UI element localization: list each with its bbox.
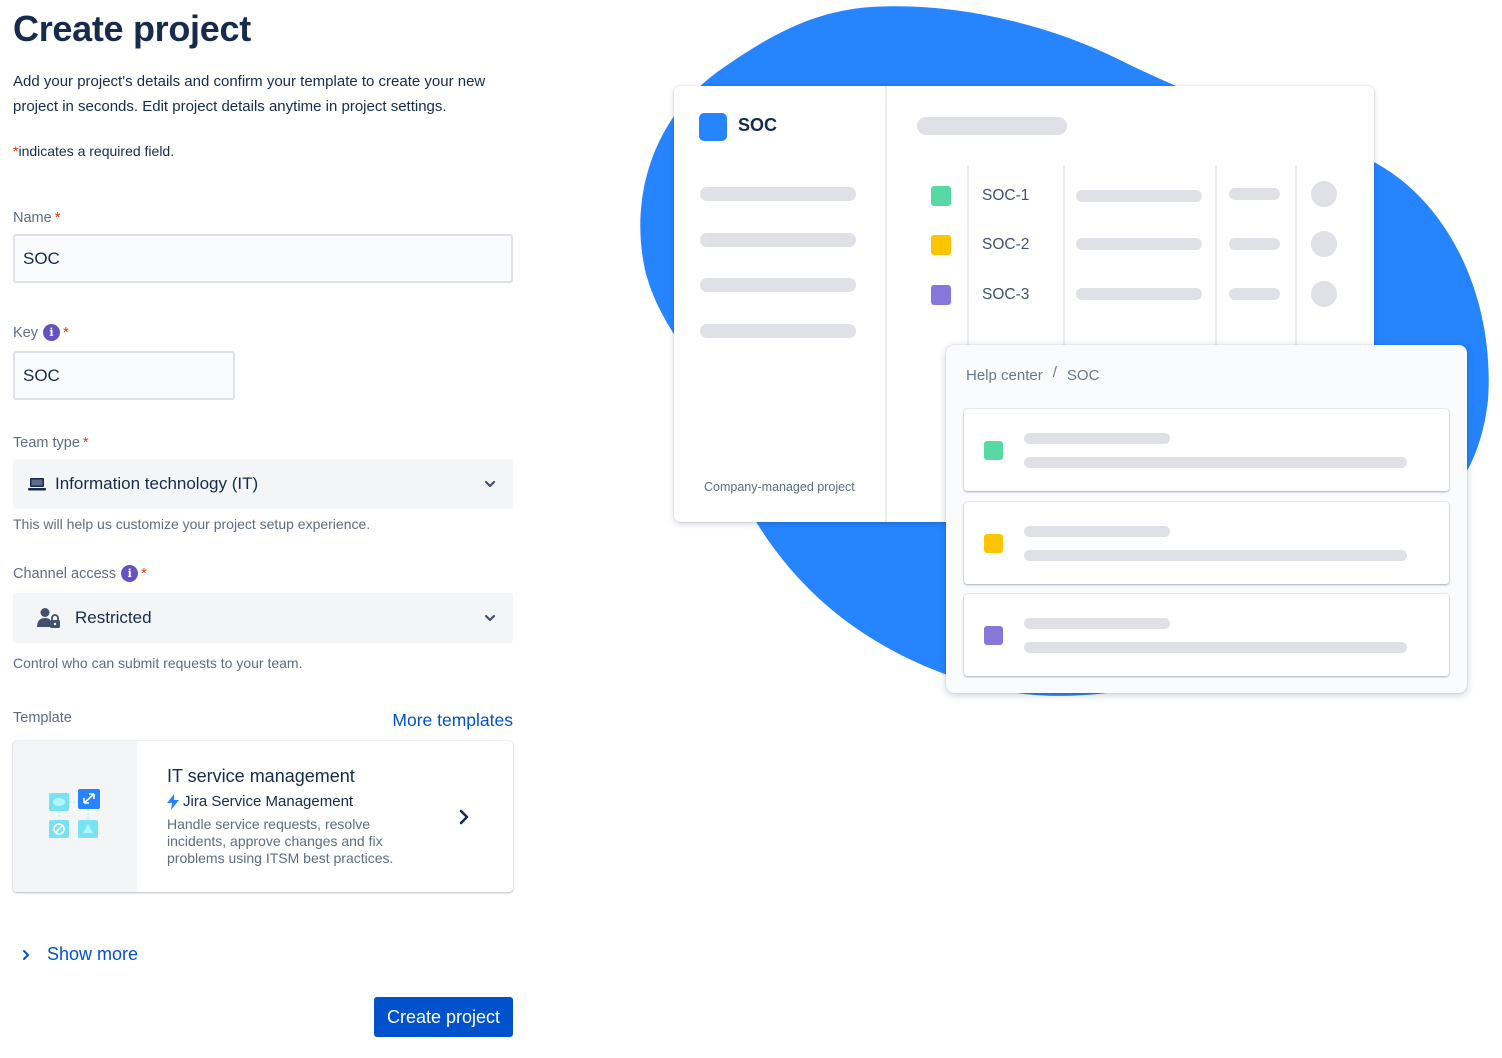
required-field-note: *indicates a required field. xyxy=(13,143,174,159)
breadcrumb: Help center / SOC xyxy=(966,364,1100,384)
create-project-button[interactable]: Create project xyxy=(374,997,513,1037)
name-label-text: Name xyxy=(13,210,52,226)
project-sidebar-preview: SOC Company-managed project xyxy=(674,86,887,522)
skeleton-line xyxy=(1076,238,1202,250)
team-type-label-text: Team type xyxy=(13,435,80,451)
lightning-bolt-icon xyxy=(167,793,179,810)
skeleton-line xyxy=(1024,550,1407,561)
preview-project-name: SOC xyxy=(738,115,778,135)
breadcrumb-separator: / xyxy=(1052,364,1057,381)
chevron-right-icon xyxy=(21,949,31,961)
template-title: IT service management xyxy=(167,766,355,786)
chevron-down-icon xyxy=(483,476,497,496)
request-type-card xyxy=(964,502,1449,584)
template-card-itsm[interactable]: IT service management Jira Service Manag… xyxy=(13,741,513,892)
skeleton-line xyxy=(700,233,856,247)
required-note-text: indicates a required field. xyxy=(18,143,175,159)
user-lock-icon xyxy=(37,607,61,629)
skeleton-line xyxy=(1229,188,1280,200)
assignee-avatar xyxy=(1311,281,1337,307)
itsm-template-icon xyxy=(13,741,137,892)
project-type-label: Company-managed project xyxy=(704,480,855,494)
skeleton-line xyxy=(1024,526,1170,537)
key-label-text: Key xyxy=(13,324,38,341)
skeleton-line xyxy=(1229,238,1280,250)
more-templates-link[interactable]: More templates xyxy=(392,710,513,731)
required-star: * xyxy=(141,565,147,582)
issue-key: SOC-2 xyxy=(982,236,1030,253)
request-type-card xyxy=(964,409,1449,491)
breadcrumb-item: SOC xyxy=(1066,367,1100,384)
page-description: Add your project's details and confirm y… xyxy=(13,73,486,115)
project-avatar xyxy=(699,113,727,141)
team-type-label: Team type * xyxy=(13,435,89,451)
show-more-label: Show more xyxy=(47,944,139,964)
issue-type-icon xyxy=(931,285,951,305)
key-label: Key i * xyxy=(13,324,69,341)
skeleton-line xyxy=(1229,288,1280,300)
team-type-select[interactable]: Information technology (IT) xyxy=(13,459,513,509)
skeleton-line xyxy=(1076,288,1202,300)
page-title: Create project xyxy=(13,8,251,49)
project-preview-illustration: SOC Company-managed project SOC-1 SOC-2 … xyxy=(600,0,1502,720)
request-type-icon xyxy=(984,534,1003,553)
channel-access-label-text: Channel access xyxy=(13,565,117,582)
skeleton-line xyxy=(700,278,856,292)
info-icon[interactable]: i xyxy=(121,565,139,582)
skeleton-line xyxy=(1024,457,1407,468)
skeleton-title xyxy=(917,117,1067,135)
chevron-down-icon xyxy=(483,610,497,630)
assignee-avatar xyxy=(1311,181,1337,207)
info-icon[interactable]: i xyxy=(43,324,60,341)
channel-access-value: Restricted xyxy=(75,608,152,627)
laptop-icon xyxy=(27,476,47,492)
chevron-right-icon xyxy=(457,809,471,830)
channel-access-helper: Control who can submit requests to your … xyxy=(13,655,303,671)
issue-key: SOC-3 xyxy=(982,286,1030,303)
channel-access-select[interactable]: Restricted xyxy=(13,593,513,643)
template-product: Jira Service Management xyxy=(167,793,513,810)
required-star: * xyxy=(82,435,89,451)
issue-type-icon xyxy=(931,186,951,206)
skeleton-line xyxy=(700,187,856,201)
issue-key: SOC-1 xyxy=(982,187,1030,204)
skeleton-line xyxy=(1024,618,1170,629)
show-more-toggle[interactable]: Show more xyxy=(21,944,138,965)
channel-access-label: Channel access i * xyxy=(13,565,147,582)
required-star: * xyxy=(54,210,61,226)
skeleton-line xyxy=(1024,642,1407,653)
skeleton-line xyxy=(700,324,856,338)
name-label: Name * xyxy=(13,210,60,226)
template-label: Template xyxy=(13,710,72,726)
skeleton-line xyxy=(1024,433,1170,444)
name-input[interactable]: SOC xyxy=(13,234,513,283)
request-type-card xyxy=(964,594,1449,676)
assignee-avatar xyxy=(1311,231,1337,257)
key-input[interactable]: SOC xyxy=(13,351,235,400)
breadcrumb-item: Help center xyxy=(966,367,1043,384)
template-description: Handle service requests, resolve inciden… xyxy=(167,816,394,866)
help-center-preview: Help center / SOC xyxy=(946,345,1467,693)
team-type-value: Information technology (IT) xyxy=(55,474,259,493)
template-product-name: Jira Service Management xyxy=(183,793,354,810)
team-type-helper: This will help us customize your project… xyxy=(13,516,371,532)
request-type-icon xyxy=(984,441,1003,460)
required-star: * xyxy=(63,324,69,341)
issue-type-icon xyxy=(931,235,951,255)
skeleton-line xyxy=(1076,190,1202,202)
request-type-icon xyxy=(984,626,1003,645)
